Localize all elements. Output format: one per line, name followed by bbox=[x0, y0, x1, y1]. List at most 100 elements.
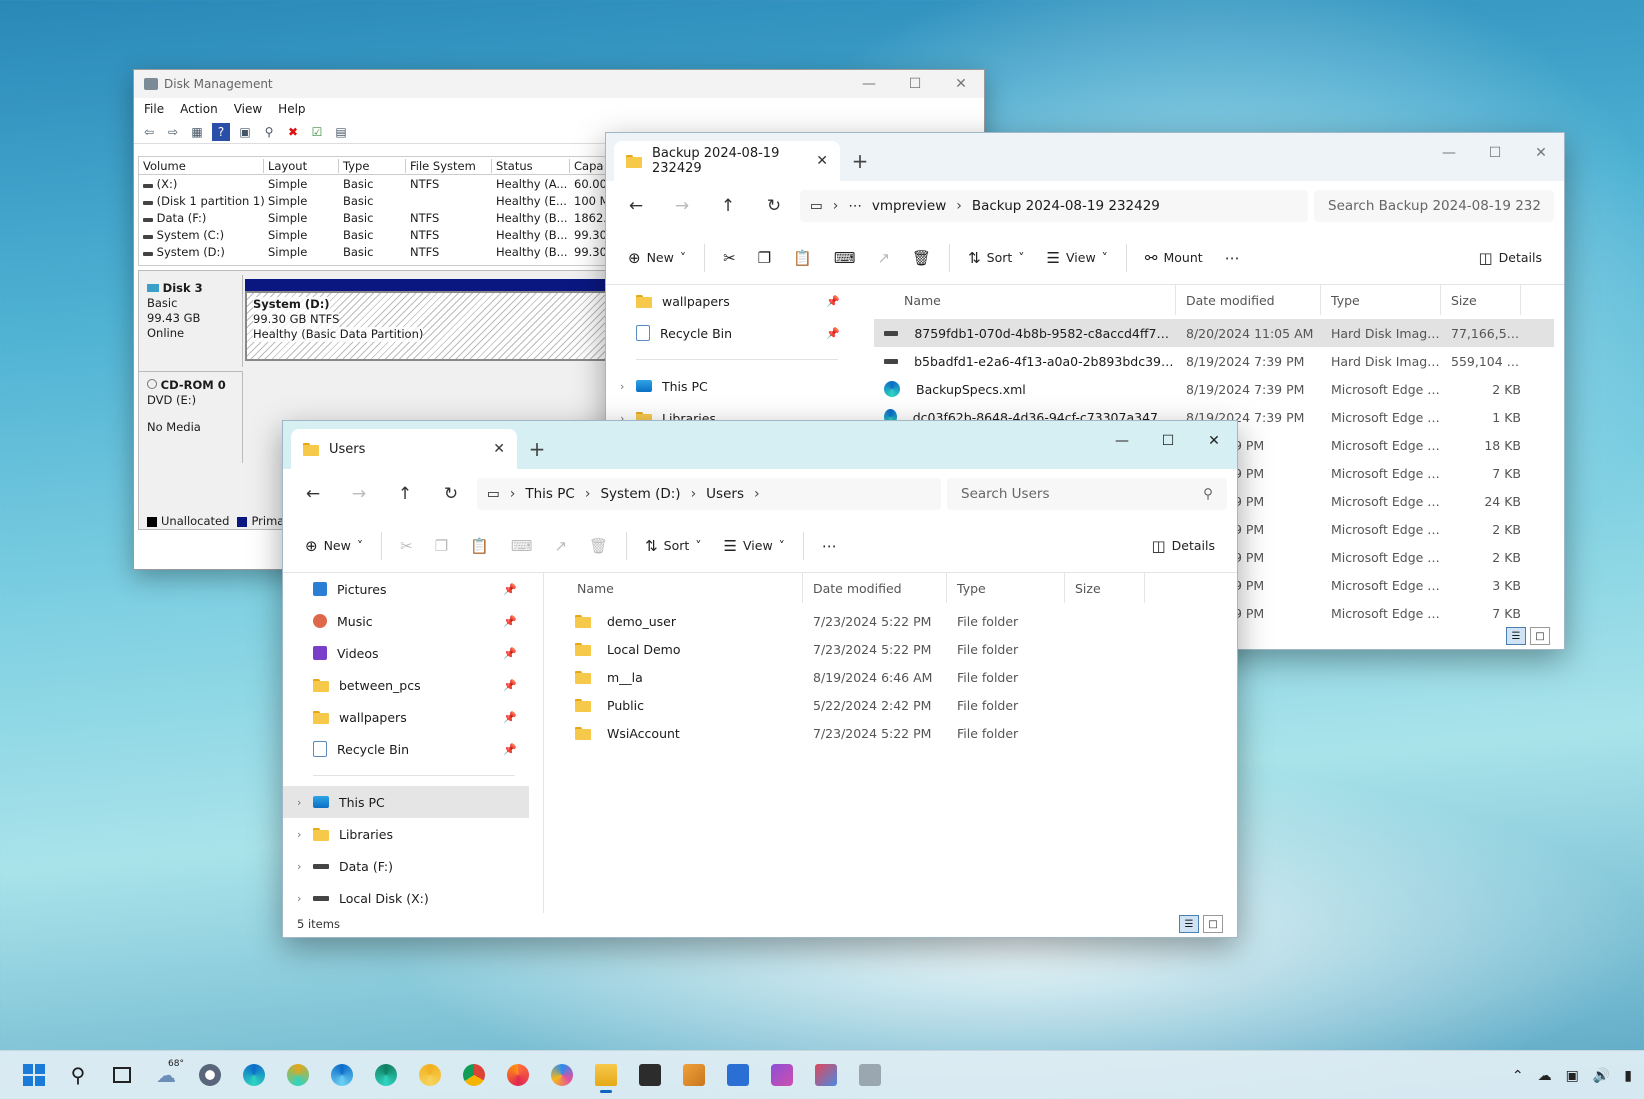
new-tab-button[interactable]: + bbox=[517, 429, 557, 469]
refresh-button[interactable]: ↻ bbox=[754, 190, 794, 222]
col-size[interactable]: Size bbox=[1441, 285, 1521, 315]
folder-row[interactable]: m__la 8/19/2024 6:46 AM File folder bbox=[553, 663, 1213, 691]
minimize-button[interactable]: — bbox=[1099, 421, 1145, 461]
edge-app[interactable] bbox=[236, 1057, 272, 1093]
menu-action[interactable]: Action bbox=[180, 102, 218, 116]
rename-button[interactable]: ⌨ bbox=[503, 530, 541, 562]
firefox-app[interactable] bbox=[500, 1057, 536, 1093]
file-row[interactable]: b5badfd1-e2a6-4f13-a0a0-2b893bdc3976.vhd… bbox=[874, 347, 1554, 375]
close-tab-icon[interactable]: ✕ bbox=[493, 441, 505, 457]
breadcrumb[interactable]: ▭ › This PC › System (D:) › Users › bbox=[477, 478, 941, 510]
tools-app[interactable] bbox=[676, 1057, 712, 1093]
back-button[interactable]: ← bbox=[616, 190, 656, 222]
crumb-backup[interactable]: Backup 2024-08-19 232429 bbox=[972, 198, 1160, 214]
edge-dev-app[interactable] bbox=[368, 1057, 404, 1093]
col-size[interactable]: Size bbox=[1065, 573, 1145, 603]
console-icon[interactable]: ▣ bbox=[236, 123, 254, 141]
sort-button[interactable]: ⇅ Sort ˅ bbox=[960, 242, 1032, 274]
copilot-app[interactable] bbox=[544, 1057, 580, 1093]
up-button[interactable]: ↑ bbox=[385, 478, 425, 510]
share-button[interactable]: ↗ bbox=[546, 530, 575, 562]
chrome-canary-app[interactable] bbox=[412, 1057, 448, 1093]
share-button[interactable]: ↗ bbox=[869, 242, 898, 274]
view-icon[interactable]: ▤ bbox=[332, 123, 350, 141]
chevron-right-icon[interactable]: › bbox=[297, 860, 301, 873]
network-status-icon[interactable]: ▣ bbox=[1566, 1068, 1579, 1084]
col-date-modified[interactable]: Date modified bbox=[1176, 285, 1321, 315]
nav-item-data-f[interactable]: › Data (F:) bbox=[283, 850, 529, 882]
edge-canary-app[interactable] bbox=[280, 1057, 316, 1093]
connect-icon[interactable]: ⚲ bbox=[260, 123, 278, 141]
col-type[interactable]: Type bbox=[339, 158, 406, 173]
new-tab-button[interactable]: + bbox=[840, 141, 880, 181]
col-name[interactable]: Name bbox=[874, 285, 1176, 315]
nav-item-recycle-bin[interactable]: Recycle Bin 📌 bbox=[606, 317, 852, 349]
nav-item-music[interactable]: Music 📌 bbox=[283, 605, 529, 637]
delete-button[interactable]: 🗑 bbox=[904, 242, 939, 274]
refresh-button[interactable]: ↻ bbox=[431, 478, 471, 510]
chevron-right-icon[interactable]: › bbox=[297, 796, 301, 809]
menu-file[interactable]: File bbox=[144, 102, 164, 116]
maximize-button[interactable]: ☐ bbox=[1145, 421, 1191, 461]
terminal-app[interactable] bbox=[632, 1057, 668, 1093]
nav-item-this-pc[interactable]: › This PC bbox=[283, 786, 529, 818]
minimize-button[interactable]: — bbox=[846, 70, 892, 98]
cut-button[interactable]: ✂ bbox=[715, 242, 744, 274]
close-button[interactable]: ✕ bbox=[1518, 133, 1564, 173]
minimize-button[interactable]: — bbox=[1426, 133, 1472, 173]
file-explorer-app[interactable] bbox=[588, 1057, 624, 1093]
tab-users[interactable]: Users ✕ bbox=[291, 429, 517, 469]
paste-button[interactable]: 📋 bbox=[785, 242, 820, 274]
start-button[interactable] bbox=[16, 1057, 52, 1093]
more-crumbs[interactable]: ⋯ bbox=[848, 198, 862, 214]
tab-backup[interactable]: Backup 2024-08-19 232429 ✕ bbox=[614, 141, 840, 181]
more-button[interactable]: ⋯ bbox=[1217, 242, 1248, 274]
crumb-vmpreview[interactable]: vmpreview bbox=[872, 198, 946, 214]
crumb-system-d[interactable]: System (D:) bbox=[600, 486, 680, 502]
breadcrumb[interactable]: ▭ › ⋯ vmpreview › Backup 2024-08-19 23242… bbox=[800, 190, 1308, 222]
mount-button[interactable]: ⚯ Mount bbox=[1137, 242, 1211, 274]
view-button[interactable]: ☰ View ˅ bbox=[1039, 242, 1116, 274]
col-type[interactable]: Type bbox=[1321, 285, 1441, 315]
new-button[interactable]: ⊕ New ˅ bbox=[620, 242, 694, 274]
copy-button[interactable]: ❐ bbox=[750, 242, 779, 274]
up-button[interactable]: ↑ bbox=[708, 190, 748, 222]
cdrom-info[interactable]: CD-ROM 0 DVD (E:) No Media bbox=[139, 371, 243, 463]
forward-button[interactable]: → bbox=[339, 478, 379, 510]
forward-icon[interactable]: ⇨ bbox=[164, 123, 182, 141]
menu-view[interactable]: View bbox=[234, 102, 262, 116]
tiles-view-icon[interactable]: □ bbox=[1530, 627, 1550, 645]
crumb-users[interactable]: Users bbox=[706, 486, 744, 502]
col-name[interactable]: Name bbox=[553, 573, 803, 603]
col-status[interactable]: Status bbox=[492, 158, 570, 173]
nav-item-wallpapers[interactable]: wallpapers 📌 bbox=[606, 285, 852, 317]
details-button[interactable]: ◫ Details bbox=[1143, 530, 1223, 562]
delete-button[interactable]: 🗑 bbox=[581, 530, 616, 562]
col-file-system[interactable]: File System bbox=[406, 158, 492, 173]
col-volume[interactable]: Volume bbox=[139, 158, 264, 173]
file-row[interactable]: BackupSpecs.xml 8/19/2024 7:39 PM Micros… bbox=[874, 375, 1554, 403]
col-layout[interactable]: Layout bbox=[264, 158, 339, 173]
nav-item-local-disk-x[interactable]: › Local Disk (X:) bbox=[283, 882, 529, 914]
nav-item-libraries[interactable]: › Libraries bbox=[283, 818, 529, 850]
settings-app[interactable] bbox=[192, 1057, 228, 1093]
network-tool-app[interactable] bbox=[852, 1057, 888, 1093]
edge-beta-app[interactable] bbox=[324, 1057, 360, 1093]
chevron-right-icon[interactable]: › bbox=[620, 380, 624, 393]
chevron-up-icon[interactable]: ⌃ bbox=[1512, 1068, 1524, 1084]
copy-button[interactable]: ❐ bbox=[427, 530, 456, 562]
disk3-info[interactable]: Disk 3 Basic 99.43 GB Online bbox=[139, 275, 243, 367]
close-tab-icon[interactable]: ✕ bbox=[816, 153, 828, 169]
close-button[interactable]: ✕ bbox=[938, 70, 984, 98]
close-button[interactable]: ✕ bbox=[1191, 421, 1237, 461]
delete-icon[interactable]: ✖ bbox=[284, 123, 302, 141]
check-icon[interactable]: ☑ bbox=[308, 123, 326, 141]
help-icon[interactable]: ? bbox=[212, 122, 230, 141]
properties-icon[interactable]: ▦ bbox=[188, 123, 206, 141]
back-button[interactable]: ← bbox=[293, 478, 333, 510]
chevron-right-icon[interactable]: › bbox=[297, 828, 301, 841]
onedrive-icon[interactable]: ☁ bbox=[1538, 1068, 1552, 1084]
maximize-button[interactable]: ☐ bbox=[1472, 133, 1518, 173]
menu-help[interactable]: Help bbox=[278, 102, 305, 116]
search-input[interactable]: Search Users ⚲ bbox=[947, 478, 1227, 510]
